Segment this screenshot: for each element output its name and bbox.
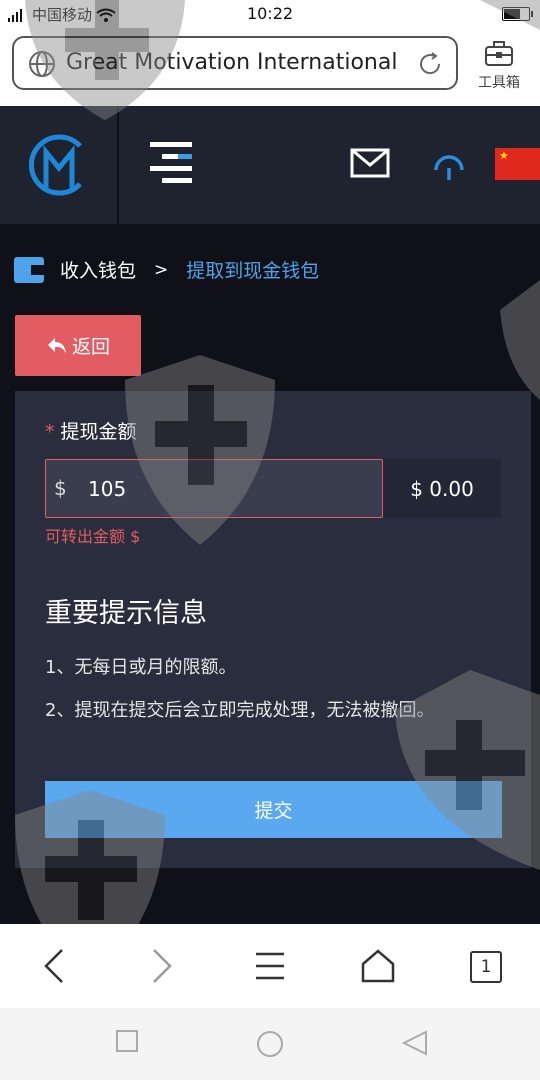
china-flag-icon[interactable]: ★ bbox=[495, 148, 540, 180]
system-home-icon[interactable] bbox=[256, 1030, 284, 1058]
info-line-1: 1、无每日或月的限额。 bbox=[45, 657, 237, 678]
site-header: ★ bbox=[0, 106, 540, 224]
wallet-icon bbox=[14, 256, 44, 283]
browser-menu-icon[interactable] bbox=[254, 948, 286, 984]
home-icon[interactable] bbox=[360, 948, 396, 984]
back-button[interactable]: 返回 bbox=[15, 315, 141, 376]
breadcrumb-separator: > bbox=[154, 259, 169, 280]
toolbox-label: 工具箱 bbox=[478, 75, 520, 91]
menu-icon[interactable] bbox=[150, 140, 194, 184]
mail-icon[interactable] bbox=[350, 148, 390, 178]
status-bar: 中国移动 10:22 bbox=[0, 0, 540, 28]
available-amount-hint: 可转出金额 $ bbox=[45, 527, 141, 546]
browser-back-icon[interactable] bbox=[42, 948, 66, 984]
required-mark: * bbox=[45, 421, 55, 443]
system-nav-bar bbox=[0, 1008, 540, 1080]
info-title: 重要提示信息 bbox=[45, 598, 207, 629]
address-bar[interactable]: Great Motivation International bbox=[12, 36, 458, 90]
amount-input[interactable] bbox=[86, 470, 370, 508]
info-line-2: 2、提现在提交后会立即完成处理，无法被撤回。 bbox=[45, 700, 435, 721]
watermark-shield-icon bbox=[500, 280, 540, 400]
amount-field[interactable]: $ bbox=[45, 459, 383, 518]
browser-forward-icon[interactable] bbox=[150, 948, 174, 984]
gm-logo[interactable] bbox=[26, 128, 92, 202]
back-button-label: 返回 bbox=[71, 336, 110, 358]
globe-icon bbox=[29, 51, 55, 77]
amount-label: * 提现金额 bbox=[45, 417, 137, 444]
header-divider bbox=[117, 106, 119, 224]
toolbox-button[interactable]: 工具箱 bbox=[470, 38, 528, 92]
system-back-icon[interactable] bbox=[402, 1030, 428, 1056]
toolbox-icon bbox=[485, 41, 513, 66]
reload-icon[interactable] bbox=[416, 50, 444, 78]
browser-bottom-bar: 1 bbox=[0, 924, 540, 1008]
headset-icon[interactable] bbox=[432, 146, 466, 182]
battery-icon bbox=[502, 7, 533, 21]
page-title-url: Great Motivation International bbox=[66, 50, 398, 75]
currency-symbol: $ bbox=[54, 476, 67, 500]
breadcrumb-current-page: 提取到现金钱包 bbox=[186, 260, 320, 282]
converted-amount: $ 0.00 bbox=[383, 459, 501, 518]
breadcrumb: 收入钱包 > 提取到现金钱包 bbox=[14, 256, 319, 283]
breadcrumb-income-wallet[interactable]: 收入钱包 bbox=[60, 256, 136, 283]
status-time: 10:22 bbox=[246, 4, 294, 23]
browser-toolbar: Great Motivation International 工具箱 bbox=[0, 28, 540, 106]
withdraw-panel: *提现金额 $ $ 0.00 可转出金额 $ 重要提示信息 1、无每日或月的限额… bbox=[15, 391, 531, 868]
recent-apps-icon[interactable] bbox=[116, 1030, 138, 1052]
tabs-count-icon[interactable]: 1 bbox=[470, 951, 502, 983]
amount-label-text: 提现金额 bbox=[60, 421, 137, 443]
submit-button[interactable]: 提交 bbox=[45, 781, 502, 838]
back-arrow-icon bbox=[47, 337, 66, 354]
